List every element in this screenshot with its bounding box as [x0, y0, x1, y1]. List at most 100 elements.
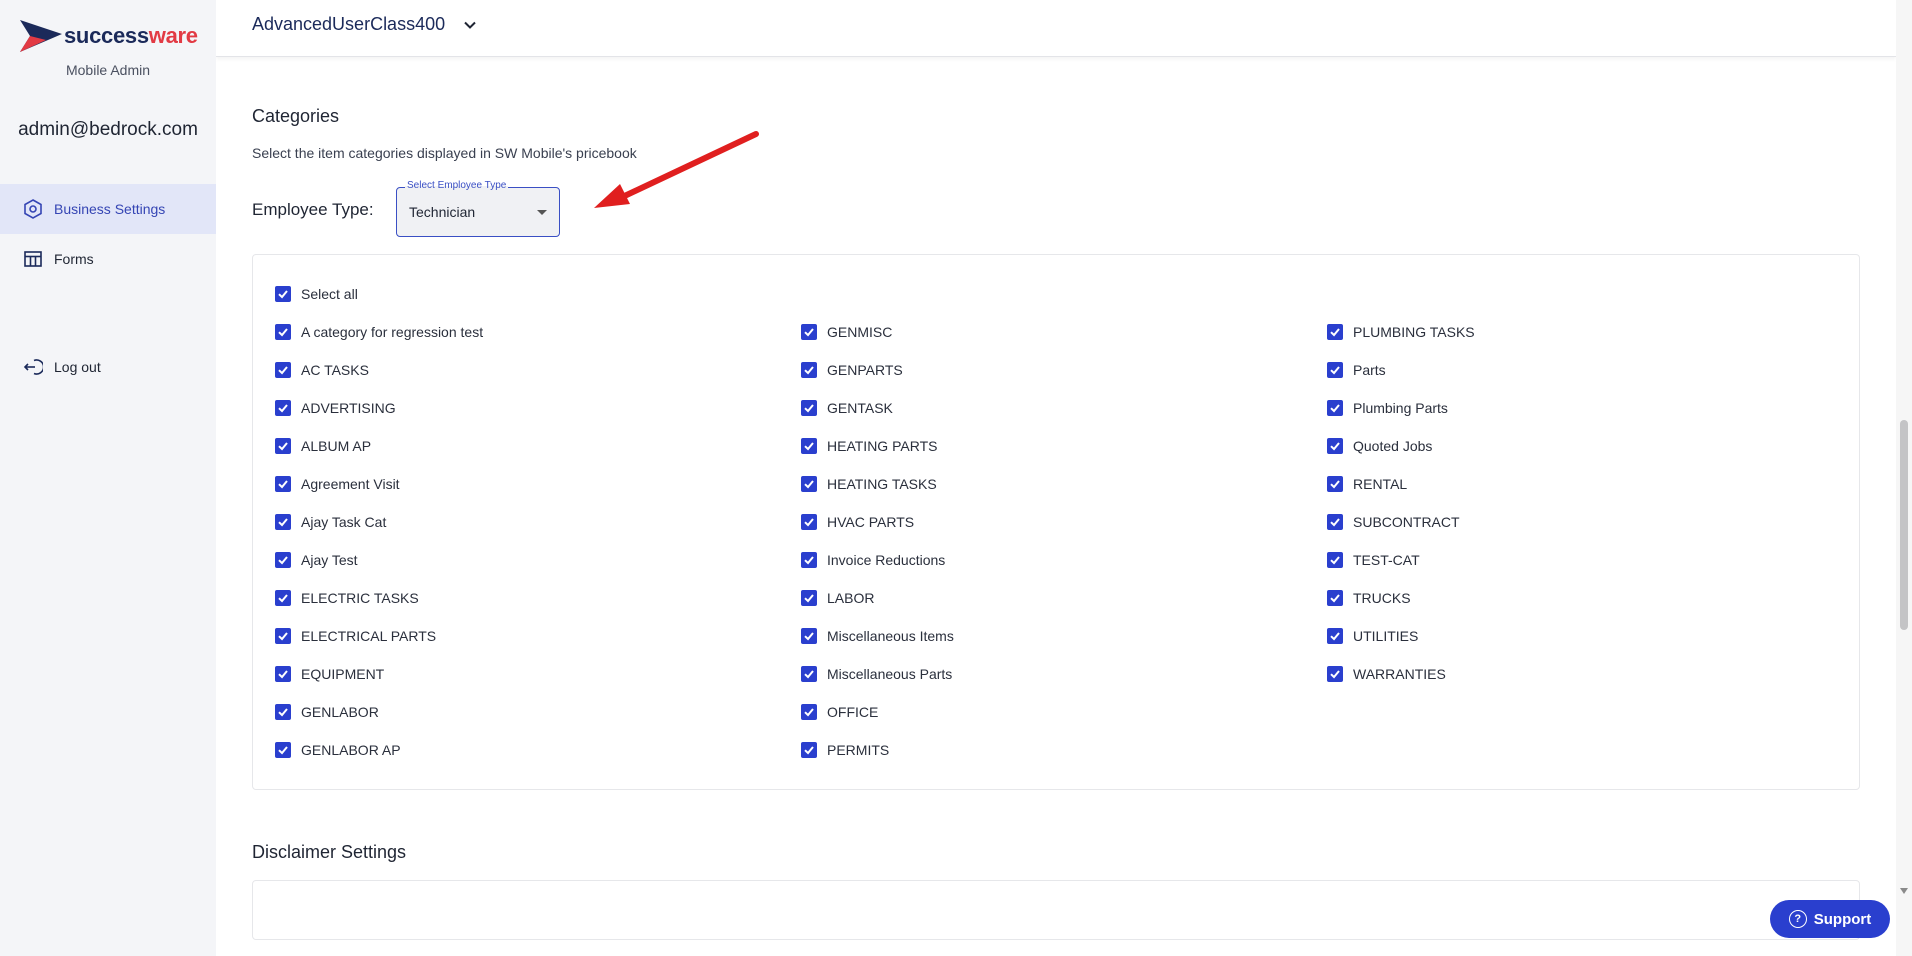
user-email: admin@bedrock.com — [18, 119, 198, 140]
checkbox-checked-icon — [801, 324, 817, 340]
category-checkbox[interactable]: Invoice Reductions — [801, 549, 945, 571]
checkbox-label: EQUIPMENT — [301, 666, 385, 682]
page-scrollbar[interactable] — [1896, 0, 1912, 956]
checkbox-label: WARRANTIES — [1353, 666, 1446, 682]
checkbox-checked-icon — [801, 628, 817, 644]
select-all-checkbox[interactable]: Select all — [275, 283, 358, 305]
sidebar-item-logout[interactable]: Log out — [0, 342, 216, 392]
category-checkbox[interactable]: Miscellaneous Items — [801, 625, 954, 647]
category-checkbox[interactable]: HEATING PARTS — [801, 435, 937, 457]
checkbox-label: OFFICE — [827, 704, 879, 720]
checkbox-checked-icon — [1327, 362, 1343, 378]
checkbox-checked-icon — [1327, 400, 1343, 416]
category-checkbox[interactable]: Miscellaneous Parts — [801, 663, 952, 685]
category-checkbox[interactable]: RENTAL — [1327, 473, 1407, 495]
employee-type-legend: Select Employee Type — [405, 180, 509, 191]
category-checkbox[interactable]: ELECTRICAL PARTS — [275, 625, 436, 647]
checkbox-checked-icon — [801, 362, 817, 378]
logout-icon — [22, 356, 44, 378]
checkbox-label: Quoted Jobs — [1353, 438, 1433, 454]
disclaimer-title: Disclaimer Settings — [252, 842, 407, 862]
checkbox-checked-icon — [801, 514, 817, 530]
checkbox-label: Parts — [1353, 362, 1386, 378]
category-checkbox[interactable]: PERMITS — [801, 739, 889, 761]
checkbox-label: ELECTRICAL PARTS — [301, 628, 437, 644]
successware-logo[interactable]: successware — [20, 20, 198, 52]
category-checkbox[interactable]: EQUIPMENT — [275, 663, 384, 685]
checkbox-checked-icon — [1327, 590, 1343, 606]
checkbox-label: SUBCONTRACT — [1353, 514, 1460, 530]
user-class-name: AdvancedUserClass400 — [252, 14, 446, 34]
category-checkbox[interactable]: WARRANTIES — [1327, 663, 1446, 685]
category-checkbox[interactable]: HEATING TASKS — [801, 473, 937, 495]
checkbox-label: ALBUM AP — [301, 438, 372, 454]
checkbox-label: GENPARTS — [827, 362, 903, 378]
checkbox-label: TRUCKS — [1353, 590, 1411, 606]
checkbox-checked-icon — [275, 628, 291, 644]
checkbox-label: GENTASK — [827, 400, 893, 416]
checkbox-checked-icon — [275, 704, 291, 720]
checkbox-label: A category for regression test — [301, 324, 484, 340]
sidebar-item-business-settings[interactable]: Business Settings — [0, 184, 216, 234]
checkbox-label: TEST-CAT — [1353, 552, 1420, 568]
support-button[interactable]: ? Support — [1770, 900, 1890, 938]
checkbox-label: Agreement Visit — [301, 476, 400, 492]
category-checkbox[interactable]: Ajay Task Cat — [275, 511, 386, 533]
category-checkbox[interactable]: ELECTRIC TASKS — [275, 587, 419, 609]
scrollbar-thumb[interactable] — [1900, 420, 1908, 630]
checkbox-checked-icon — [801, 666, 817, 682]
employee-type-select[interactable]: Select Employee Type Technician — [396, 180, 560, 237]
checkbox-checked-icon — [275, 362, 291, 378]
category-checkbox[interactable]: ALBUM AP — [275, 435, 371, 457]
checkbox-checked-icon — [801, 590, 817, 606]
category-checkbox[interactable]: SUBCONTRACT — [1327, 511, 1460, 533]
category-checkbox[interactable]: A category for regression test — [275, 321, 483, 343]
category-checkbox[interactable]: GENLABOR — [275, 701, 379, 723]
disclaimer-panel — [252, 880, 1860, 940]
category-checkbox[interactable]: LABOR — [801, 587, 874, 609]
scroll-down-arrow-icon[interactable] — [1900, 888, 1908, 894]
checkbox-label: GENMISC — [827, 324, 893, 340]
checkbox-label: Invoice Reductions — [827, 552, 946, 568]
support-label: Support — [1813, 910, 1872, 928]
category-checkbox[interactable]: GENTASK — [801, 397, 893, 419]
checkbox-checked-icon — [275, 400, 291, 416]
category-checkbox[interactable]: GENPARTS — [801, 359, 903, 381]
category-checkbox[interactable]: Agreement Visit — [275, 473, 400, 495]
checkbox-checked-icon — [275, 552, 291, 568]
checkbox-label: Plumbing Parts — [1353, 400, 1448, 416]
category-checkbox[interactable]: OFFICE — [801, 701, 878, 723]
category-checkbox[interactable]: TRUCKS — [1327, 587, 1411, 609]
category-checkbox[interactable]: UTILITIES — [1327, 625, 1418, 647]
checkbox-label: ELECTRIC TASKS — [301, 590, 419, 606]
category-checkbox[interactable]: GENMISC — [801, 321, 892, 343]
checkbox-label: HEATING PARTS — [827, 438, 938, 454]
category-checkbox[interactable]: HVAC PARTS — [801, 511, 914, 533]
checkbox-label: GENLABOR — [301, 704, 379, 720]
checkbox-label: UTILITIES — [1353, 628, 1419, 644]
category-checkbox[interactable]: GENLABOR AP — [275, 739, 401, 761]
app-subtitle: Mobile Admin — [65, 62, 151, 78]
category-checkbox[interactable]: AC TASKS — [275, 359, 369, 381]
category-checkbox[interactable]: Parts — [1327, 359, 1386, 381]
categories-title: Categories — [252, 106, 340, 126]
category-checkbox[interactable]: Plumbing Parts — [1327, 397, 1448, 419]
category-checkbox[interactable]: Ajay Test — [275, 549, 358, 571]
category-checkbox[interactable]: ADVERTISING — [275, 397, 396, 419]
user-class-selector[interactable]: AdvancedUserClass400 — [252, 14, 477, 35]
sidebar-item-label: Business Settings — [54, 201, 166, 217]
category-checkbox[interactable]: Quoted Jobs — [1327, 435, 1432, 457]
checkbox-label: Ajay Task Cat — [301, 514, 387, 530]
brand-name: successware — [64, 23, 198, 48]
categories-description: Select the item categories displayed in … — [252, 145, 637, 161]
top-bar: AdvancedUserClass400 — [216, 0, 1896, 57]
category-checkbox[interactable]: TEST-CAT — [1327, 549, 1420, 571]
chevron-down-icon — [464, 21, 476, 29]
category-checkbox[interactable]: PLUMBING TASKS — [1327, 321, 1475, 343]
sidebar-item-forms[interactable]: Forms — [0, 234, 216, 284]
checkbox-label: Ajay Test — [301, 552, 358, 568]
checkbox-checked-icon — [1327, 476, 1343, 492]
checkbox-checked-icon — [275, 324, 291, 340]
checkbox-label: Select all — [301, 286, 358, 302]
caret-down-icon — [537, 210, 547, 215]
